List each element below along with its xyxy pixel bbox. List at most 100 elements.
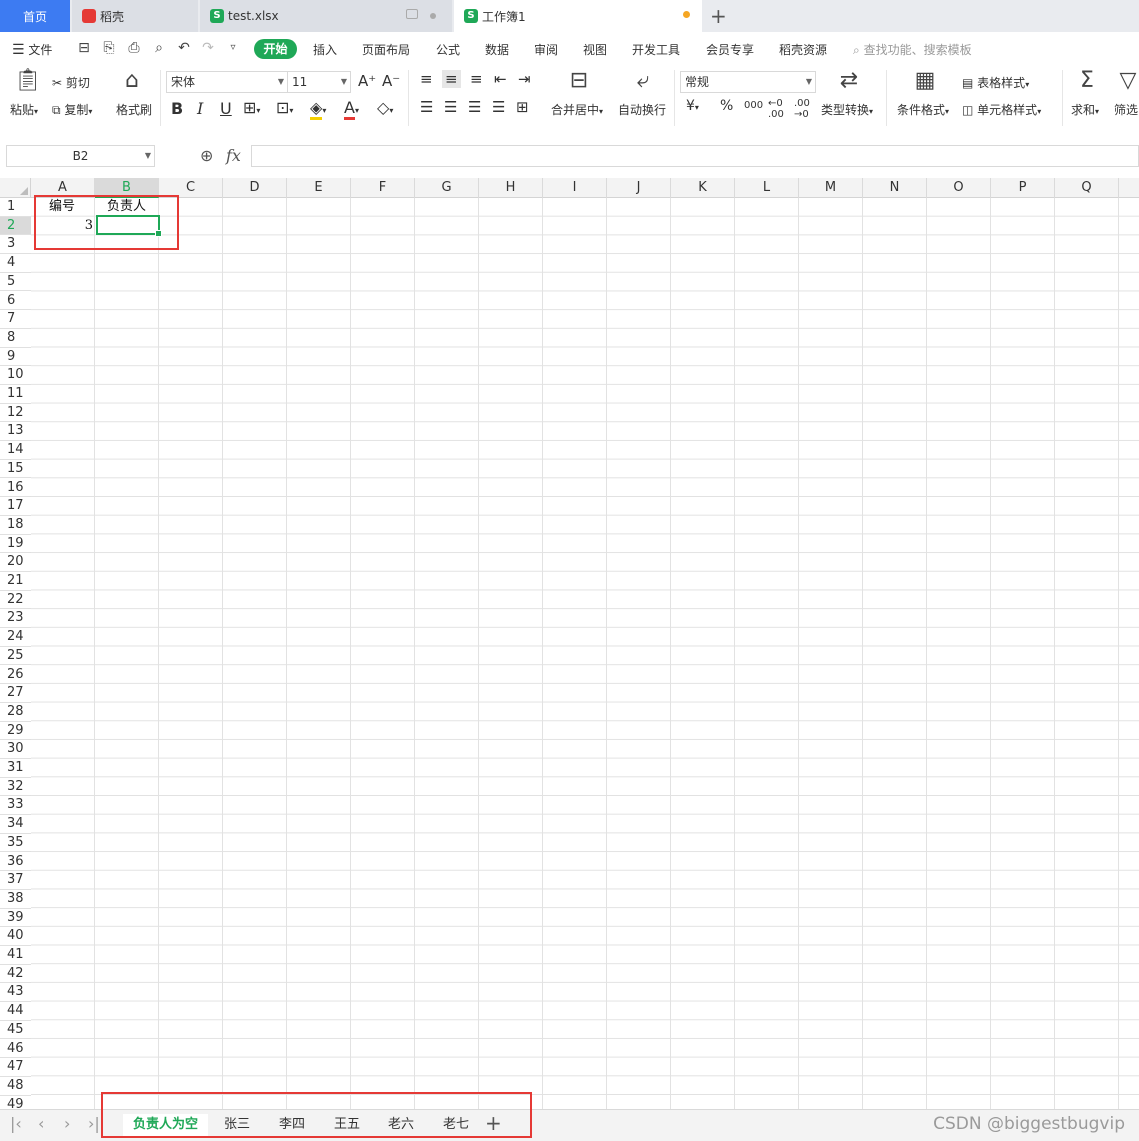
row-header-36[interactable]: 36	[0, 853, 31, 872]
row-header-29[interactable]: 29	[0, 722, 31, 741]
sum-button[interactable]: 求和▾	[1071, 101, 1099, 118]
export-pdf-icon[interactable]: ⎘	[101, 40, 117, 56]
row-header-7[interactable]: 7	[0, 310, 31, 329]
column-header-O[interactable]: O	[927, 178, 991, 198]
print-icon[interactable]: ⎙	[126, 40, 142, 56]
row-header-4[interactable]: 4	[0, 254, 31, 273]
format-painter-button[interactable]: 格式刷	[116, 101, 152, 118]
row-header-46[interactable]: 46	[0, 1040, 31, 1059]
column-header-N[interactable]: N	[863, 178, 927, 198]
currency-icon[interactable]: ¥▾	[686, 98, 699, 114]
cut-button[interactable]: ✂ 剪切	[52, 74, 90, 91]
indent-decrease-icon[interactable]: ⇤	[494, 70, 507, 88]
table-style-button[interactable]: ▤ 表格样式▾	[962, 74, 1029, 91]
row-header-19[interactable]: 19	[0, 535, 31, 554]
copy-button[interactable]: ⧉ 复制▾	[52, 101, 92, 118]
column-header-L[interactable]: L	[735, 178, 799, 198]
row-header-45[interactable]: 45	[0, 1021, 31, 1040]
row-header-30[interactable]: 30	[0, 740, 31, 759]
menu-data[interactable]: 数据	[485, 41, 509, 58]
zoom-search-icon[interactable]: ⊕	[200, 146, 213, 165]
decrease-font-icon[interactable]: A⁻	[382, 72, 400, 90]
align-right-icon[interactable]: ☰	[468, 98, 481, 116]
row-header-28[interactable]: 28	[0, 703, 31, 722]
row-header-6[interactable]: 6	[0, 292, 31, 311]
row-header-42[interactable]: 42	[0, 965, 31, 984]
font-name-select[interactable]: 宋体 ▼	[166, 71, 288, 93]
conditional-format-button[interactable]: 条件格式▾	[897, 101, 949, 118]
row-header-9[interactable]: 9	[0, 348, 31, 367]
thousands-separator-icon[interactable]: 000	[744, 100, 763, 111]
border-icon[interactable]: ⊞▾	[243, 98, 260, 117]
row-header-39[interactable]: 39	[0, 909, 31, 928]
row-header-16[interactable]: 16	[0, 479, 31, 498]
row-header-38[interactable]: 38	[0, 890, 31, 909]
merge-cells-icon[interactable]: ⊟	[566, 68, 592, 93]
row-header-11[interactable]: 11	[0, 385, 31, 404]
indent-increase-icon[interactable]: ⇥	[518, 70, 531, 88]
row-header-44[interactable]: 44	[0, 1002, 31, 1021]
sum-icon[interactable]: Σ	[1074, 68, 1100, 93]
align-bottom-icon[interactable]: ≡	[470, 70, 483, 88]
increase-font-icon[interactable]: A⁺	[358, 72, 376, 90]
tab-home[interactable]: 首页	[0, 0, 70, 32]
row-header-17[interactable]: 17	[0, 497, 31, 516]
row-header-18[interactable]: 18	[0, 516, 31, 535]
row-header-48[interactable]: 48	[0, 1077, 31, 1096]
column-header-K[interactable]: K	[671, 178, 735, 198]
fx-icon[interactable]: fx	[226, 146, 241, 165]
row-header-47[interactable]: 47	[0, 1058, 31, 1077]
print-preview-icon[interactable]: ⌕	[151, 40, 167, 56]
row-header-24[interactable]: 24	[0, 628, 31, 647]
align-center-icon[interactable]: ☰	[444, 98, 457, 116]
row-header-1[interactable]: 1	[0, 198, 31, 217]
row-header-21[interactable]: 21	[0, 572, 31, 591]
distributed-align-icon[interactable]: ⊞	[516, 98, 529, 116]
row-header-10[interactable]: 10	[0, 366, 31, 385]
row-header-49[interactable]: 49	[0, 1096, 31, 1109]
fill-color-icon[interactable]: ◈▾	[310, 98, 326, 120]
decrease-decimal-icon[interactable]: .00 →0	[794, 98, 810, 120]
align-top-icon[interactable]: ≡	[420, 70, 433, 88]
row-header-15[interactable]: 15	[0, 460, 31, 479]
type-convert-button[interactable]: 类型转换▾	[821, 101, 873, 118]
column-header-P[interactable]: P	[991, 178, 1055, 198]
row-header-33[interactable]: 33	[0, 796, 31, 816]
redo-icon[interactable]: ↷	[200, 40, 216, 56]
new-tab-plus-icon[interactable]: +	[710, 4, 727, 28]
font-size-select[interactable]: 11 ▼	[287, 71, 351, 93]
column-header-G[interactable]: G	[415, 178, 479, 198]
wrap-text-button[interactable]: 自动换行	[618, 101, 666, 118]
filter-button[interactable]: 筛选	[1114, 101, 1138, 118]
row-header-34[interactable]: 34	[0, 815, 31, 834]
menu-review[interactable]: 审阅	[534, 41, 558, 58]
row-header-5[interactable]: 5	[0, 273, 31, 292]
menu-member[interactable]: 会员专享	[706, 41, 754, 58]
paste-button[interactable]: 粘贴▾	[10, 101, 38, 118]
quick-access-dropdown-icon[interactable]: ▿	[225, 40, 241, 56]
next-sheet-icon[interactable]: ›	[64, 1114, 70, 1133]
column-header-M[interactable]: M	[799, 178, 863, 198]
menu-view[interactable]: 视图	[583, 41, 607, 58]
row-header-32[interactable]: 32	[0, 778, 31, 797]
row-header-13[interactable]: 13	[0, 422, 31, 442]
clear-format-icon[interactable]: ◇▾	[377, 98, 393, 117]
undo-icon[interactable]: ↶	[176, 40, 192, 56]
row-header-2[interactable]: 2	[0, 216, 31, 236]
row-header-35[interactable]: 35	[0, 834, 31, 853]
tab-daoke[interactable]: 稻壳	[72, 0, 198, 32]
tab-workbook1[interactable]: S 工作簿1	[454, 0, 702, 32]
row-header-27[interactable]: 27	[0, 684, 31, 703]
row-header-25[interactable]: 25	[0, 647, 31, 666]
justify-icon[interactable]: ☰	[492, 98, 505, 116]
formula-input[interactable]	[251, 145, 1139, 167]
row-header-43[interactable]: 43	[0, 983, 31, 1003]
format-painter-icon[interactable]: ⌂	[120, 68, 144, 93]
row-header-3[interactable]: 3	[0, 235, 31, 255]
row-header-40[interactable]: 40	[0, 927, 31, 946]
first-sheet-icon[interactable]: |‹	[10, 1114, 22, 1133]
bold-icon[interactable]: B	[171, 99, 183, 118]
row-header-20[interactable]: 20	[0, 553, 31, 572]
percent-icon[interactable]: %	[720, 98, 733, 114]
font-color-icon[interactable]: A▾	[344, 98, 359, 120]
